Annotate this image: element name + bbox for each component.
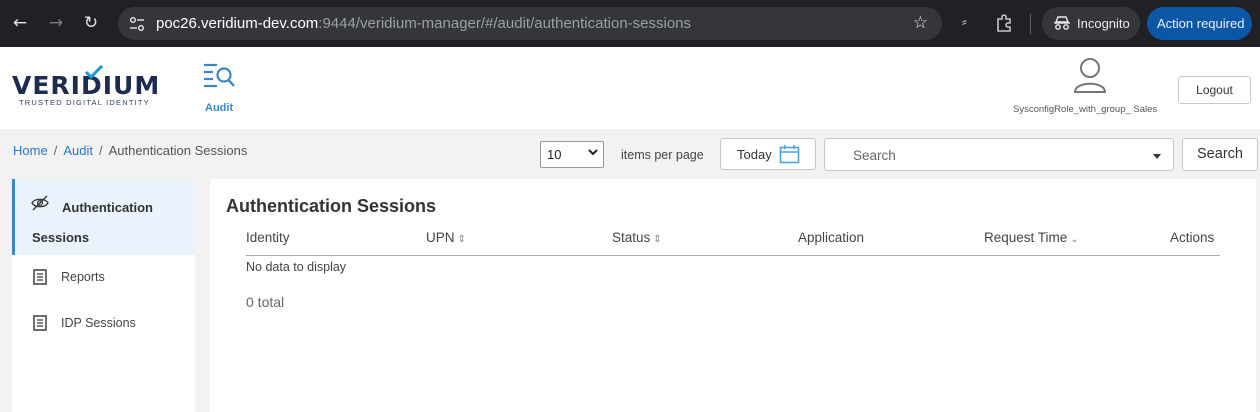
action-required-button[interactable]: Action required [1147, 7, 1252, 40]
sort-desc-icon[interactable]: ⌄ [1070, 234, 1078, 245]
sidebar-item-label: Authentication Sessions [32, 200, 153, 245]
user-profile[interactable]: SysconfigRole_with_group_ Sales [1013, 57, 1173, 127]
search-placeholder: Search [853, 148, 896, 163]
sidebar-item-idp-sessions[interactable]: IDP Sessions [12, 303, 195, 343]
sort-icon[interactable]: ⇕ [458, 234, 466, 245]
incognito-label: Incognito [1077, 16, 1130, 31]
address-bar[interactable]: poc26.veridium-dev.com:9444/veridium-man… [118, 7, 942, 40]
items-per-page-value: 10 [547, 147, 562, 162]
search-button[interactable]: Search [1182, 138, 1258, 171]
url-host: poc26.veridium-dev.com [156, 15, 319, 32]
toolbar-divider [1030, 14, 1031, 34]
column-header-request-time[interactable]: Request Time ⌄ [984, 230, 1079, 245]
sort-icon[interactable]: ⇕ [653, 234, 661, 245]
breadcrumb-separator: / [53, 143, 58, 158]
forward-icon[interactable]: → [45, 12, 67, 34]
items-per-page-select[interactable]: 10 [540, 141, 604, 168]
empty-table-message: No data to display [246, 260, 347, 274]
calendar-icon [779, 145, 800, 164]
column-header-identity[interactable]: Identity [246, 230, 290, 245]
nav-audit[interactable]: Audit [200, 61, 240, 117]
audit-search-icon [204, 63, 235, 88]
breadcrumb-current: Authentication Sessions [108, 143, 248, 158]
search-input[interactable]: Search [824, 138, 1174, 171]
site-settings-icon[interactable] [128, 15, 146, 33]
page-title: Authentication Sessions [226, 196, 437, 216]
column-label: Status [612, 230, 651, 245]
veridium-logo[interactable]: VERIDIUM TRUSTED DIGITAL IDENTITY [12, 65, 162, 109]
column-label: Identity [246, 230, 290, 245]
reload-icon[interactable]: ↻ [80, 12, 102, 34]
column-label: Application [798, 230, 865, 245]
column-label: UPN [426, 230, 455, 245]
chevron-down-icon [588, 149, 598, 156]
breadcrumb-audit[interactable]: Audit [63, 143, 93, 158]
document-icon [33, 269, 47, 285]
app-header: VERIDIUM TRUSTED DIGITAL IDENTITY Audit … [0, 47, 1260, 129]
column-label: Actions [1170, 230, 1215, 245]
sidebar-item-label: Reports [61, 270, 105, 284]
sidebar-item-authentication-sessions[interactable]: Authentication Sessions [12, 179, 195, 255]
column-header-application[interactable]: Application [798, 230, 864, 245]
logout-button[interactable]: Logout [1178, 76, 1251, 104]
main-panel: Authentication Sessions Identity UPN ⇕ St… [210, 179, 1256, 412]
logo-tagline: TRUSTED DIGITAL IDENTITY [19, 98, 150, 107]
back-icon[interactable]: ← [9, 12, 31, 34]
incognito-badge[interactable]: Incognito [1042, 7, 1140, 40]
column-label: Request Time [984, 230, 1068, 245]
nav-audit-label: Audit [205, 102, 234, 114]
incognito-icon [1054, 16, 1070, 30]
dropdown-caret-icon[interactable] [1153, 154, 1161, 159]
column-header-upn[interactable]: UPN ⇕ [426, 230, 466, 245]
url-text: poc26.veridium-dev.com:9444/veridium-man… [156, 15, 691, 32]
url-path: :9444/veridium-manager/#/audit/authentic… [318, 15, 692, 32]
audit-sidebar: Authentication Sessions Reports IDP Sess… [12, 179, 195, 412]
table-header-divider [246, 255, 1220, 256]
column-header-actions: Actions [1170, 230, 1214, 245]
document-icon [33, 315, 47, 331]
sidebar-item-label: IDP Sessions [61, 316, 136, 330]
items-per-page-label: items per page [621, 148, 704, 162]
bookmark-star-icon[interactable]: ☆ [913, 13, 928, 33]
today-label: Today [737, 147, 772, 162]
today-button[interactable]: Today [720, 138, 816, 170]
breadcrumb: Home / Audit / Authentication Sessions [13, 143, 247, 158]
breadcrumb-separator: / [98, 143, 103, 158]
logo-check-icon [84, 65, 104, 79]
user-name: SysconfigRole_with_group_ Sales [1013, 104, 1158, 115]
extension-icon[interactable]: ⸗ [962, 13, 967, 30]
user-avatar-icon [1073, 58, 1107, 93]
sidebar-item-reports[interactable]: Reports [12, 257, 195, 297]
total-count: 0 total [246, 294, 285, 310]
breadcrumb-home[interactable]: Home [13, 143, 48, 158]
column-header-status[interactable]: Status ⇕ [612, 230, 662, 245]
puzzle-extensions-icon[interactable] [995, 13, 1015, 33]
browser-toolbar: ← → ↻ poc26.veridium-dev.com:9444/veridi… [0, 0, 1260, 47]
